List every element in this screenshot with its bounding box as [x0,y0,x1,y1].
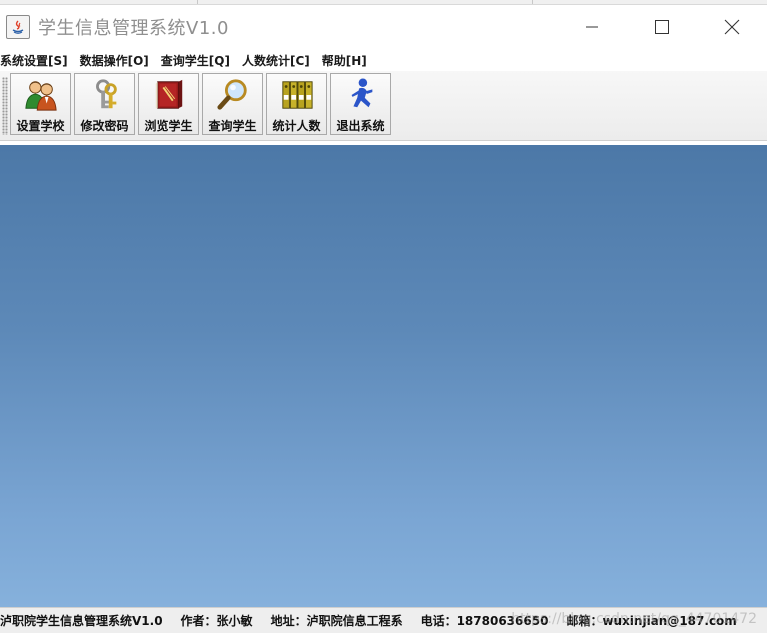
close-button[interactable] [697,5,767,48]
set-school-label: 设置学校 [16,119,65,133]
count-students-label: 统计人数 [272,119,321,133]
maximize-icon [655,19,669,34]
status-bar: 泸职院学生信息管理系统V1.0 作者：张小敏 地址：泸职院信息工程系 电话：18… [0,607,767,633]
exit-system-label: 退出系统 [336,119,385,133]
close-icon [724,19,740,34]
exit-system-button[interactable]: 退出系统 [330,73,391,135]
users-icon [24,81,57,111]
window-title: 学生信息管理系统V1.0 [38,17,229,39]
minimize-button[interactable] [557,5,627,48]
book-icon [155,79,182,109]
change-password-button[interactable]: 修改密码 [74,73,135,135]
title-bar[interactable]: 学生信息管理系统V1.0 [0,5,767,48]
running-man-icon [351,78,372,108]
menu-data-operations[interactable]: 数据操作[O] [80,52,155,69]
status-app-name: 泸职院学生信息管理系统V1.0 [0,614,163,628]
keys-icon [95,79,117,109]
binders-icon [281,81,313,109]
menu-system-settings[interactable]: 系统设置[S] [0,52,74,69]
toolbar: 设置学校 修改密码 浏览学生 查询学生 统计人数 退出系统 [0,71,767,141]
maximize-button[interactable] [627,5,697,48]
change-password-label: 修改密码 [80,119,129,133]
magnifier-icon [216,79,247,110]
desktop-pane [0,145,767,607]
status-email: 邮箱：wuxinjian@187.com [566,614,737,628]
query-student-label: 查询学生 [208,119,257,133]
menu-headcount-stats[interactable]: 人数统计[C] [242,52,316,69]
browse-students-label: 浏览学生 [144,119,193,133]
java-app-icon [6,14,30,39]
status-phone: 电话：18780636650 [420,614,549,628]
menu-query-student[interactable]: 查询学生[Q] [161,52,236,69]
query-student-button[interactable]: 查询学生 [202,73,263,135]
status-address: 地址：泸职院信息工程系 [270,614,403,628]
menu-help[interactable]: 帮助[H] [322,52,373,69]
count-students-button[interactable]: 统计人数 [266,73,327,135]
menu-bar: 系统设置[S] 数据操作[O] 查询学生[Q] 人数统计[C] 帮助[H] [0,49,767,71]
toolbar-grip-handle[interactable] [2,77,8,135]
set-school-button[interactable]: 设置学校 [10,73,71,135]
minimize-icon [586,26,598,27]
browse-students-button[interactable]: 浏览学生 [138,73,199,135]
status-author: 作者：张小敏 [180,614,253,628]
